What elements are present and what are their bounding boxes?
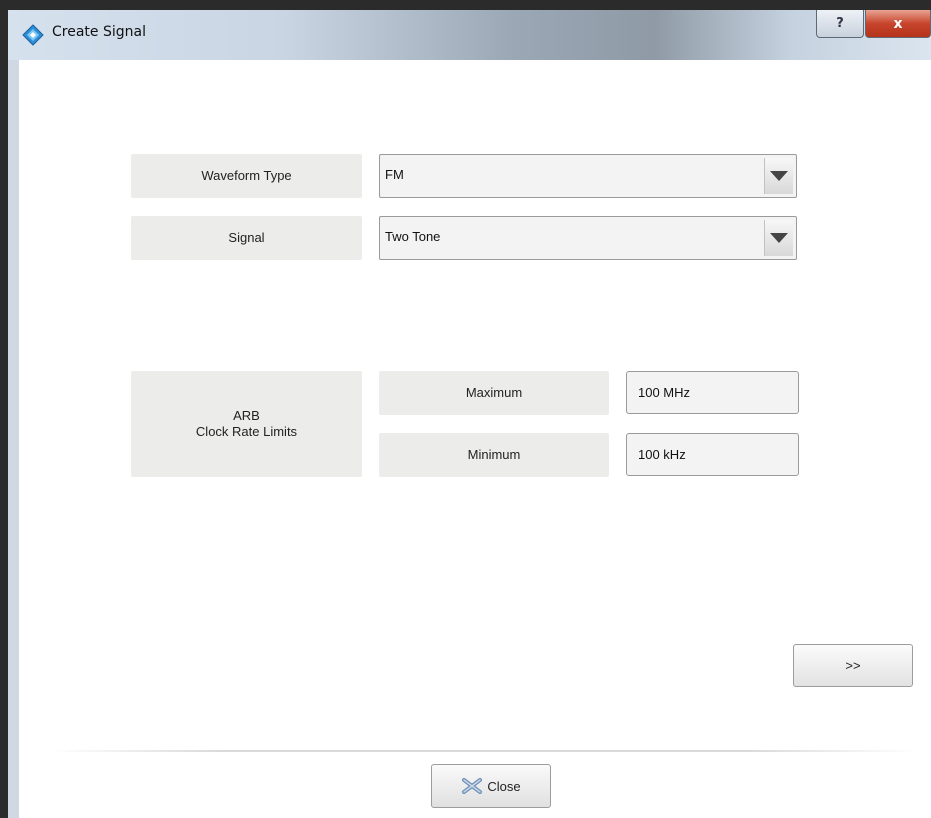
chevron-down-icon[interactable] [764,158,793,194]
window-title: Create Signal [52,24,146,40]
minimum-label: Minimum [379,433,609,477]
dialog-content: Waveform Type FM Signal Two Tone ARB Clo… [19,60,931,818]
minimum-clock-rate-field[interactable]: 100 kHz [626,433,799,476]
signal-label: Signal [131,216,362,260]
divider [49,750,919,752]
close-button-label: Close [487,778,521,794]
title-bar[interactable]: Create Signal ? x [8,10,931,60]
maximum-label: Maximum [379,371,609,415]
signal-dropdown[interactable]: Two Tone [379,216,797,260]
maximum-clock-rate-field[interactable]: 100 MHz [626,371,799,414]
arb-clock-rate-limits-label: ARB Clock Rate Limits [131,371,362,477]
chevron-down-icon[interactable] [764,220,793,256]
window-close-button[interactable]: x [865,10,931,38]
next-button[interactable]: >> [793,644,913,687]
waveform-type-label: Waveform Type [131,154,362,198]
waveform-type-value: FM [385,167,404,182]
create-signal-dialog: Create Signal ? x Waveform Type FM Signa… [8,10,931,818]
close-icon [462,778,483,794]
signal-value: Two Tone [385,229,441,244]
waveform-type-dropdown[interactable]: FM [379,154,797,198]
help-button[interactable]: ? [816,10,864,38]
close-button[interactable]: Close [431,764,551,808]
app-diamond-icon [22,24,44,46]
